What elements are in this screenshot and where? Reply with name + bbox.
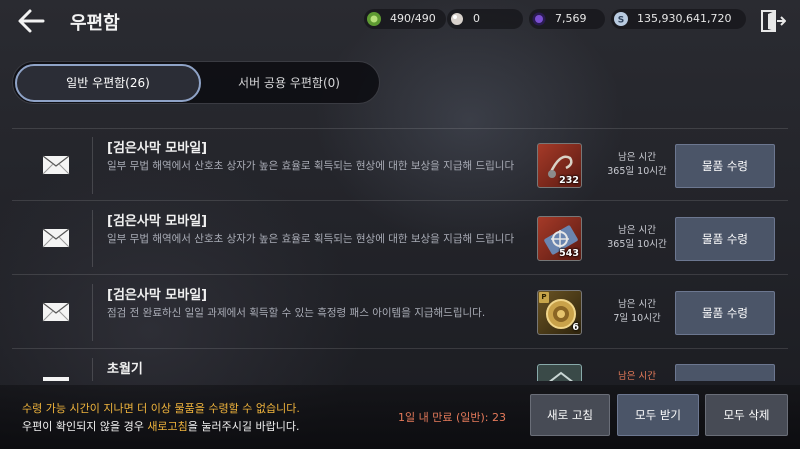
envelope-icon [42,302,70,322]
page-title: 우편함 [70,13,120,34]
remaining-time-value: 365일 10시간 [607,166,667,177]
mail-message: 일부 무법 해역에서 산호초 상자가 높은 효율로 획득되는 현상에 대한 보상… [107,160,515,172]
item-count: 543 [559,248,579,259]
refresh-button[interactable]: 새로 고침 [530,394,610,436]
expiring-count: 1일 내 만료 (일반): 23 [398,411,506,424]
currency-pearl: 0 [447,9,523,29]
pearl-icon [451,13,463,25]
mail-sender: 초월기 [107,362,143,377]
remaining-time: 남은 시간 [592,370,682,381]
currency-black-stone: 7,569 [529,9,605,29]
black-stone-icon [532,12,546,26]
pearl-value: 0 [473,12,480,25]
footer-bar: 수령 가능 시간이 지나면 더 이상 물품을 수령할 수 없습니다. 우편이 확… [0,385,800,449]
mail-message: 점검 전 완료하신 일일 과제에서 획득할 수 있는 흑정령 패스 아이템을 지… [107,307,486,319]
divider [92,284,93,341]
envelope-icon [43,377,69,381]
refresh-notice: 우편이 확인되지 않을 경우 새로고침을 눌러주시길 바랍니다. [22,418,300,434]
reward-item-slot[interactable]: P 6 [537,290,582,335]
energy-value: 490/490 [390,12,436,25]
mail-sender: [검은사막 모바일] [107,141,208,156]
take-all-button[interactable]: 모두 받기 [617,394,699,436]
reward-item-slot[interactable]: 543 [537,216,582,261]
remaining-time-label: 남은 시간 [618,299,656,310]
refresh-notice-pre: 우편이 확인되지 않을 경우 [22,420,148,433]
item-count: 232 [559,175,579,186]
silver-value: 135,930,641,720 [637,12,732,25]
black-stone-value: 7,569 [555,12,587,25]
tab-server-shared-mailbox[interactable]: 서버 공용 우편함(0) [201,64,377,102]
claim-item-button[interactable]: 물품 수령 [675,144,775,188]
claim-item-button[interactable]: 물품 수령 [675,291,775,335]
mail-sender: [검은사막 모바일] [107,214,208,229]
envelope-icon [42,228,70,248]
mail-row[interactable]: [검은사막 모바일] 점검 전 완료하신 일일 과제에서 획득할 수 있는 흑정… [12,276,788,349]
envelope-icon [42,155,70,175]
item-icon [548,371,574,381]
silver-icon: S [614,12,628,26]
remaining-time-label: 남은 시간 [618,152,656,163]
remaining-time-label: 남은 시간 [618,225,656,236]
mail-row[interactable]: 초월기 남은 시간 [12,350,788,381]
mail-row[interactable]: [검은사막 모바일] 일부 무법 해역에서 산호초 상자가 높은 효율로 획득되… [12,128,788,201]
item-count: 6 [572,322,579,333]
remaining-time: 남은 시간 365일 10시간 [592,151,682,179]
header-bar: 우편함 490/490 0 7,569 S 135,930,641,720 [0,0,800,40]
tab-general-mailbox[interactable]: 일반 우편함(26) [15,64,201,102]
expiry-notice: 수령 가능 시간이 지나면 더 이상 물품을 수령할 수 없습니다. [22,402,300,415]
claim-item-button[interactable] [675,364,775,381]
pass-badge: P [539,292,549,303]
divider [92,358,93,381]
exit-door-icon[interactable] [760,8,786,34]
currency-silver: S 135,930,641,720 [611,9,746,29]
divider [92,210,93,267]
remaining-time-label: 남은 시간 [618,371,656,381]
mail-sender: [검은사막 모바일] [107,288,208,303]
claim-item-button[interactable]: 물품 수령 [675,217,775,261]
refresh-notice-post: 을 눌러주시길 바랍니다. [187,420,300,433]
mail-message: 일부 무법 해역에서 산호초 상자가 높은 효율로 획득되는 현상에 대한 보상… [107,233,515,245]
reward-item-slot[interactable]: 232 [537,143,582,188]
back-arrow-icon[interactable] [16,8,46,34]
delete-all-button[interactable]: 모두 삭제 [705,394,788,436]
divider [92,137,93,194]
energy-icon [367,12,381,26]
remaining-time-value: 7일 10시간 [613,313,661,324]
remaining-time-value: 365일 10시간 [607,239,667,250]
svg-text:S: S [618,16,624,26]
currency-energy: 490/490 [364,9,446,29]
refresh-notice-highlight: 새로고침 [147,420,188,433]
mail-list[interactable]: [검은사막 모바일] 일부 무법 해역에서 산호초 상자가 높은 효율로 획득되… [12,128,788,381]
mailbox-tabs: 일반 우편함(26) 서버 공용 우편함(0) [12,61,380,104]
reward-item-slot[interactable] [537,364,582,381]
mail-row[interactable]: [검은사막 모바일] 일부 무법 해역에서 산호초 상자가 높은 효율로 획득되… [12,202,788,275]
remaining-time: 남은 시간 7일 10시간 [592,298,682,326]
remaining-time: 남은 시간 365일 10시간 [592,224,682,252]
